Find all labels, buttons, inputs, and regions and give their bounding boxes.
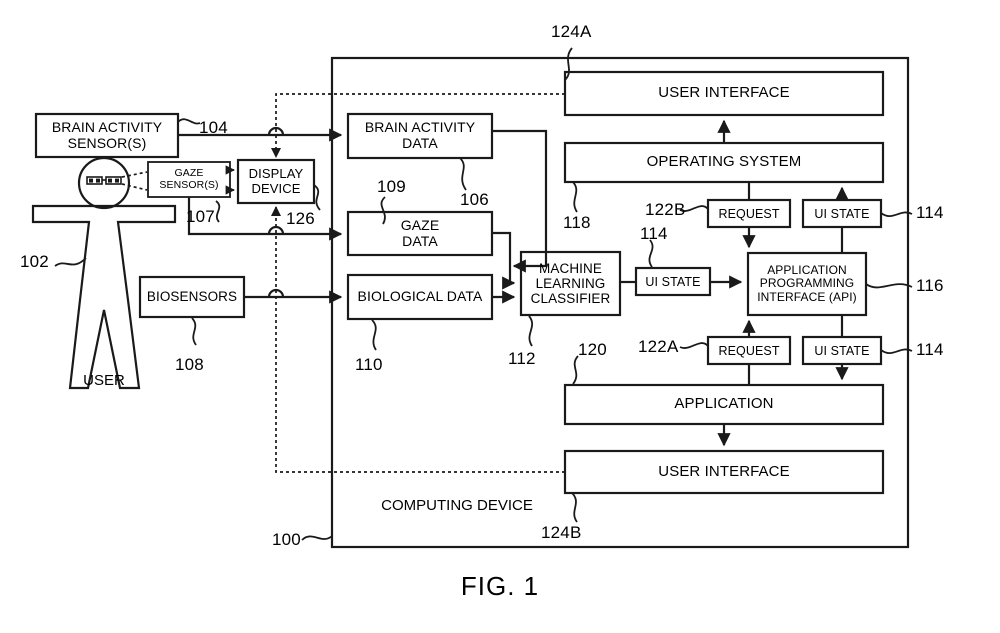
- ref-114-classifier: 114: [640, 224, 668, 243]
- gaze-sensors-label: GAZE SENSOR(S): [159, 166, 219, 191]
- gaze-data-label: GAZE DATA: [400, 216, 440, 249]
- brain-activity-data-label: BRAIN ACTIVITY DATA: [364, 119, 476, 151]
- ref-109: 109: [377, 177, 406, 196]
- ui-state-classifier-label: UI STATE: [645, 274, 701, 289]
- ref-120: 120: [578, 340, 607, 359]
- ref-110: 110: [355, 355, 383, 374]
- request-os-label: REQUEST: [718, 206, 780, 221]
- api-label: APPLICATION PROGRAMMING INTERFACE (API): [757, 262, 857, 304]
- user-label: USER: [83, 372, 125, 389]
- user-interface-top-label: USER INTERFACE: [658, 84, 790, 102]
- ref-114-os: 114: [916, 203, 944, 222]
- application-label: APPLICATION: [674, 395, 774, 413]
- operating-system-label: OPERATING SYSTEM: [646, 153, 802, 171]
- ref-122A: 122A: [638, 337, 679, 356]
- ref-116: 116: [916, 276, 944, 295]
- patent-figure-1: BRAIN ACTIVITY SENSOR(S) GAZE SENSOR(S) …: [0, 0, 1000, 633]
- ref-106: 106: [460, 190, 489, 209]
- ref-114-app: 114: [916, 340, 944, 359]
- computing-device-label: COMPUTING DEVICE: [381, 497, 533, 514]
- figure-caption: FIG. 1: [460, 571, 540, 601]
- ref-126: 126: [286, 209, 315, 228]
- ref-122B: 122B: [645, 200, 686, 219]
- biosensors-label: BIOSENSORS: [146, 289, 238, 305]
- ref-102: 102: [20, 252, 49, 271]
- ref-108: 108: [175, 355, 204, 374]
- ref-124B: 124B: [541, 523, 582, 542]
- ui-state-os-label: UI STATE: [814, 206, 870, 221]
- display-device-label: DISPLAY DEVICE: [248, 165, 304, 196]
- biological-data-label: BIOLOGICAL DATA: [357, 288, 483, 305]
- gaze-sensor-to-display-lines: [225, 165, 235, 195]
- ref-104: 104: [199, 118, 228, 137]
- machine-learning-classifier-label: MACHINE LEARNING CLASSIFIER: [530, 260, 611, 307]
- ref-100: 100: [272, 530, 301, 549]
- ui-state-app-label: UI STATE: [814, 343, 870, 358]
- brain-data-to-classifier-line: [492, 129, 548, 273]
- user-interface-bottom-label: USER INTERFACE: [658, 462, 790, 480]
- ref-112: 112: [508, 349, 536, 368]
- ref-107: 107: [186, 207, 215, 226]
- gaze-data-to-classifier-line: [492, 231, 516, 290]
- gaze-eye-to-sensor-lines: [121, 171, 148, 191]
- request-app-label: REQUEST: [718, 343, 780, 358]
- brain-activity-sensors-label: BRAIN ACTIVITY SENSOR(S): [51, 118, 163, 151]
- ref-124A: 124A: [551, 22, 592, 41]
- ref-118: 118: [563, 213, 591, 232]
